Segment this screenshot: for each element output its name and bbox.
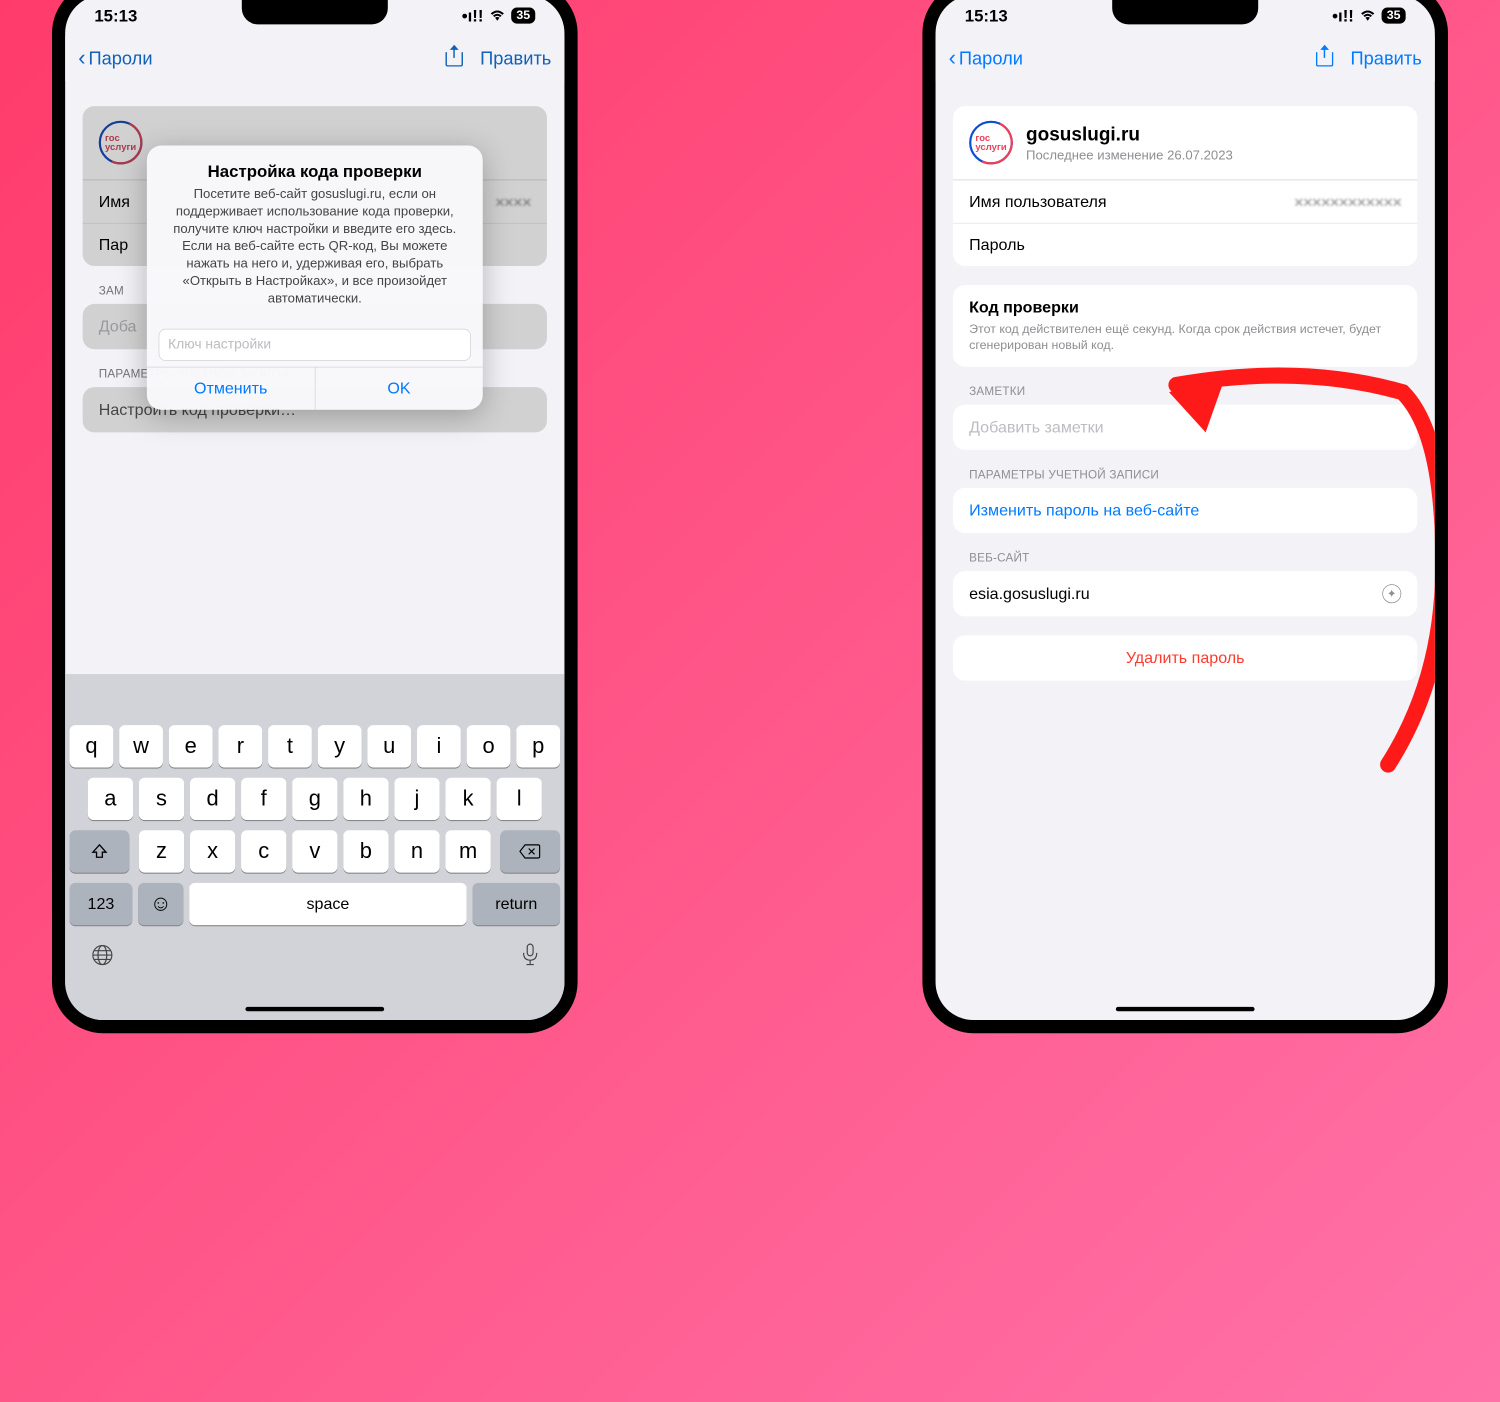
chevron-left-icon: ‹ bbox=[78, 48, 85, 70]
key-r[interactable]: r bbox=[218, 725, 262, 767]
back-label: Пароли bbox=[89, 48, 153, 69]
safari-icon[interactable] bbox=[1382, 584, 1401, 603]
space-key[interactable]: space bbox=[189, 883, 466, 925]
notes-field[interactable]: Добавить заметки bbox=[953, 405, 1417, 450]
change-password-button[interactable]: Изменить пароль на веб-сайте bbox=[953, 488, 1417, 533]
key-q[interactable]: q bbox=[70, 725, 114, 767]
password-label: Пароль bbox=[969, 235, 1025, 254]
signal-icon: •ı!! bbox=[1332, 6, 1354, 26]
share-button[interactable] bbox=[445, 46, 463, 72]
shift-key[interactable] bbox=[70, 830, 130, 872]
key-l[interactable]: l bbox=[497, 778, 542, 820]
backspace-key[interactable] bbox=[500, 830, 560, 872]
mic-icon[interactable] bbox=[521, 943, 540, 974]
key-p[interactable]: p bbox=[516, 725, 560, 767]
site-header: госуслуги gosuslugi.ru Последнее изменен… bbox=[953, 106, 1417, 180]
emoji-key[interactable]: ☺ bbox=[138, 883, 183, 925]
key-w[interactable]: w bbox=[119, 725, 163, 767]
status-time: 15:13 bbox=[94, 6, 137, 26]
key-m[interactable]: m bbox=[445, 830, 490, 872]
key-u[interactable]: u bbox=[367, 725, 411, 767]
verification-code-card[interactable]: Код проверки Этот код действителен ещё с… bbox=[953, 285, 1417, 367]
site-domain: gosuslugi.ru bbox=[1026, 123, 1233, 146]
verify-title: Код проверки bbox=[969, 298, 1401, 317]
username-row[interactable]: Имя пользователя ✕✕✕✕✕✕✕✕✕✕✕✕ bbox=[953, 180, 1417, 223]
home-indicator[interactable] bbox=[1116, 1007, 1255, 1011]
wifi-icon bbox=[1360, 6, 1376, 26]
site-modified: Последнее изменение 26.07.2023 bbox=[1026, 147, 1233, 162]
key-y[interactable]: y bbox=[318, 725, 362, 767]
notch bbox=[1112, 0, 1258, 24]
wifi-icon bbox=[489, 6, 505, 26]
globe-icon[interactable] bbox=[90, 943, 115, 974]
back-label: Пароли bbox=[959, 48, 1023, 69]
content-right: госуслуги gosuslugi.ru Последнее изменен… bbox=[936, 81, 1435, 1020]
back-button[interactable]: ‹ Пароли bbox=[78, 48, 152, 70]
verify-desc: Этот код действителен ещё секунд. Когда … bbox=[969, 321, 1401, 353]
website-header: ВЕБ-САЙТ bbox=[953, 552, 1417, 571]
key-g[interactable]: g bbox=[292, 778, 337, 820]
return-key[interactable]: return bbox=[472, 883, 560, 925]
key-f[interactable]: f bbox=[241, 778, 286, 820]
battery-icon: 35 bbox=[1382, 8, 1406, 24]
chevron-left-icon: ‹ bbox=[949, 48, 956, 70]
edit-button[interactable]: Править bbox=[480, 48, 551, 69]
delete-password-button[interactable]: Удалить пароль bbox=[953, 635, 1417, 680]
phone-left: 15:13 •ı!! 35 ‹ Пароли Править bbox=[52, 0, 578, 1033]
key-c[interactable]: c bbox=[241, 830, 286, 872]
username-value: ✕✕✕✕ bbox=[495, 193, 531, 211]
alert-body-text: Посетите веб-сайт gosuslugi.ru, если он … bbox=[163, 186, 467, 307]
key-h[interactable]: h bbox=[343, 778, 388, 820]
notes-header: ЗАМЕТКИ bbox=[953, 386, 1417, 405]
alert-dialog: Настройка кода проверки Посетите веб-сай… bbox=[147, 146, 483, 410]
notch bbox=[242, 0, 388, 24]
username-label: Имя пользователя bbox=[969, 192, 1106, 211]
signal-icon: •ı!! bbox=[462, 6, 484, 26]
battery-icon: 35 bbox=[511, 8, 535, 24]
nav-bar: ‹ Пароли Править bbox=[65, 36, 564, 81]
nav-bar: ‹ Пароли Править bbox=[936, 36, 1435, 81]
key-e[interactable]: e bbox=[169, 725, 213, 767]
website-value: esia.gosuslugi.ru bbox=[969, 584, 1090, 603]
key-b[interactable]: b bbox=[343, 830, 388, 872]
website-row[interactable]: esia.gosuslugi.ru bbox=[953, 571, 1417, 616]
key-k[interactable]: k bbox=[445, 778, 490, 820]
status-time: 15:13 bbox=[965, 6, 1008, 26]
key-v[interactable]: v bbox=[292, 830, 337, 872]
site-logo: госуслуги bbox=[99, 121, 143, 165]
keyboard[interactable]: qwertyuiop asdfghjkl zxcvbnm 123 ☺ space… bbox=[65, 674, 564, 1020]
key-o[interactable]: o bbox=[467, 725, 511, 767]
key-s[interactable]: s bbox=[139, 778, 184, 820]
password-row[interactable]: Пароль bbox=[953, 223, 1417, 266]
back-button[interactable]: ‹ Пароли bbox=[949, 48, 1023, 70]
username-value: ✕✕✕✕✕✕✕✕✕✕✕✕ bbox=[1294, 193, 1401, 211]
key-z[interactable]: z bbox=[139, 830, 184, 872]
home-indicator[interactable] bbox=[245, 1007, 384, 1011]
key-d[interactable]: d bbox=[190, 778, 235, 820]
key-a[interactable]: a bbox=[88, 778, 133, 820]
alert-ok-button[interactable]: OK bbox=[315, 368, 483, 410]
setup-key-input[interactable] bbox=[159, 329, 471, 361]
phone-right: 15:13 •ı!! 35 ‹ Пароли Править bbox=[922, 0, 1448, 1033]
keyboard-suggestions bbox=[65, 681, 564, 725]
numbers-key[interactable]: 123 bbox=[70, 883, 133, 925]
password-label: Пар bbox=[99, 235, 128, 254]
key-i[interactable]: i bbox=[417, 725, 461, 767]
alert-cancel-button[interactable]: Отменить bbox=[147, 368, 315, 410]
key-n[interactable]: n bbox=[394, 830, 439, 872]
share-button[interactable] bbox=[1316, 46, 1334, 72]
alert-title: Настройка кода проверки bbox=[163, 162, 467, 182]
username-label: Имя bbox=[99, 192, 130, 211]
account-opts-header: ПАРАМЕТРЫ УЧЕТНОЙ ЗАПИСИ bbox=[953, 469, 1417, 488]
key-j[interactable]: j bbox=[394, 778, 439, 820]
key-x[interactable]: x bbox=[190, 830, 235, 872]
edit-button[interactable]: Править bbox=[1351, 48, 1422, 69]
key-t[interactable]: t bbox=[268, 725, 312, 767]
site-logo: госуслуги bbox=[969, 121, 1013, 165]
